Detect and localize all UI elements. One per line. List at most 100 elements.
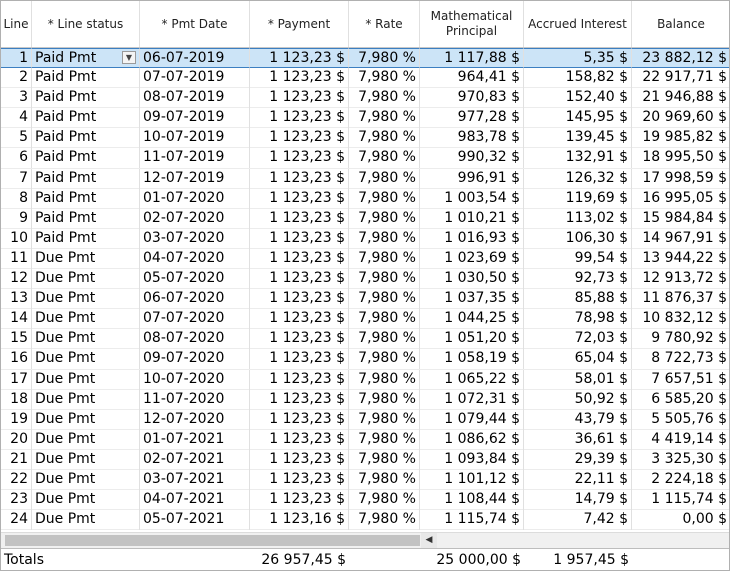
cell-payment[interactable]: 1 123,23 $ [250, 128, 349, 149]
table-row[interactable]: 8 Paid Pmt 01-07-2020 1 123,23 $7,980 % 1 00… [1, 188, 729, 209]
cell-principal[interactable]: 983,78 $ [420, 128, 524, 149]
cell-line[interactable]: 13 [1, 289, 32, 310]
header-payment[interactable]: * Payment [250, 1, 349, 47]
cell-payment[interactable]: 1 123,23 $ [250, 369, 349, 390]
horizontal-scrollbar[interactable]: ◀ [1, 532, 729, 548]
cell-balance[interactable]: 20 969,60 $ [632, 108, 729, 128]
cell-principal[interactable]: 990,32 $ [420, 148, 524, 169]
cell-line[interactable]: 15 [1, 329, 32, 350]
cell-line[interactable]: 16 [1, 349, 32, 370]
cell-payment[interactable]: 1 123,23 $ [250, 329, 349, 350]
cell-pmt-date[interactable]: 12-07-2019 [140, 168, 250, 189]
cell-balance[interactable]: 14 967,91 $ [632, 229, 729, 249]
table-row[interactable]: 6 Paid Pmt 11-07-2019 1 123,23 $7,980 % 990,… [1, 148, 729, 169]
cell-rate[interactable]: 7,980 % [349, 510, 420, 531]
cell-line-status[interactable]: Due Pmt [32, 329, 140, 350]
cell-pmt-date[interactable]: 08-07-2019 [140, 88, 250, 109]
cell-principal[interactable]: 964,41 $ [420, 68, 524, 89]
cell-pmt-date[interactable]: 11-07-2019 [140, 148, 250, 169]
cell-payment[interactable]: 1 123,23 $ [250, 228, 349, 249]
cell-payment[interactable]: 1 123,16 $ [250, 510, 349, 531]
cell-payment[interactable]: 1 123,23 $ [250, 269, 349, 290]
cell-interest[interactable]: 119,69 $ [524, 188, 632, 209]
cell-balance[interactable]: 11 876,37 $ [632, 289, 729, 309]
cell-line-status[interactable]: Due Pmt [32, 510, 140, 531]
cell-rate[interactable]: 7,980 % [349, 329, 420, 350]
cell-line[interactable]: 14 [1, 309, 32, 330]
table-row[interactable]: 2 Paid Pmt 07-07-2019 1 123,23 $7,980 % 964,… [1, 68, 729, 89]
cell-rate[interactable]: 7,980 % [349, 248, 420, 269]
cell-interest[interactable]: 145,95 $ [524, 108, 632, 129]
table-row[interactable]: 13 Due Pmt 06-07-2020 1 123,23 $7,980 % 1 03… [1, 289, 729, 310]
cell-line[interactable]: 10 [1, 228, 32, 249]
cell-interest[interactable]: 22,11 $ [524, 469, 632, 490]
cell-line-status[interactable]: Paid Pmt [32, 108, 140, 129]
cell-line-status[interactable]: Paid Pmt [32, 188, 140, 209]
cell-payment[interactable]: 1 123,23 $ [250, 108, 349, 129]
header-accrued-interest[interactable]: Accrued Interest [524, 1, 632, 47]
cell-payment[interactable]: 1 123,23 $ [250, 48, 349, 68]
table-row[interactable]: 21 Due Pmt 02-07-2021 1 123,23 $7,980 % 1 09… [1, 449, 729, 470]
cell-principal[interactable]: 1 030,50 $ [420, 269, 524, 290]
cell-interest[interactable]: 78,98 $ [524, 309, 632, 330]
cell-balance[interactable]: 19 985,82 $ [632, 128, 729, 148]
table-row[interactable]: 5 Paid Pmt 10-07-2019 1 123,23 $7,980 % 983,… [1, 128, 729, 149]
cell-rate[interactable]: 7,980 % [349, 289, 420, 310]
header-balance[interactable]: Balance [632, 1, 729, 47]
cell-rate[interactable]: 7,980 % [349, 369, 420, 390]
cell-interest[interactable]: 72,03 $ [524, 329, 632, 350]
cell-principal[interactable]: 1 079,44 $ [420, 409, 524, 430]
cell-rate[interactable]: 7,980 % [349, 409, 420, 430]
cell-line[interactable]: 21 [1, 449, 32, 470]
cell-line[interactable]: 3 [1, 88, 32, 109]
cell-pmt-date[interactable]: 02-07-2021 [140, 449, 250, 470]
cell-line[interactable]: 12 [1, 269, 32, 290]
cell-line[interactable]: 9 [1, 208, 32, 229]
cell-line[interactable]: 2 [1, 68, 32, 89]
cell-interest[interactable]: 5,35 $ [524, 48, 632, 68]
cell-principal[interactable]: 1 023,69 $ [420, 248, 524, 269]
cell-interest[interactable]: 7,42 $ [524, 510, 632, 531]
cell-interest[interactable]: 99,54 $ [524, 248, 632, 269]
header-line-status[interactable]: * Line status [32, 1, 140, 47]
cell-line[interactable]: 17 [1, 369, 32, 390]
cell-balance[interactable]: 3 325,30 $ [632, 450, 729, 470]
cell-principal[interactable]: 1 010,21 $ [420, 208, 524, 229]
cell-rate[interactable]: 7,980 % [349, 148, 420, 169]
cell-payment[interactable]: 1 123,23 $ [250, 188, 349, 209]
cell-pmt-date[interactable]: 09-07-2019 [140, 108, 250, 129]
cell-principal[interactable]: 1 115,74 $ [420, 510, 524, 531]
cell-pmt-date[interactable]: 02-07-2020 [140, 208, 250, 229]
scrollbar-thumb[interactable] [5, 535, 420, 546]
table-row[interactable]: 18 Due Pmt 11-07-2020 1 123,23 $7,980 % 1 07… [1, 389, 729, 410]
cell-interest[interactable]: 158,82 $ [524, 68, 632, 89]
cell-principal[interactable]: 1 093,84 $ [420, 449, 524, 470]
cell-payment[interactable]: 1 123,23 $ [250, 449, 349, 470]
cell-pmt-date[interactable]: 11-07-2020 [140, 389, 250, 410]
cell-pmt-date[interactable]: 12-07-2020 [140, 409, 250, 430]
cell-balance[interactable]: 10 832,12 $ [632, 309, 729, 329]
cell-balance[interactable]: 12 913,72 $ [632, 269, 729, 289]
table-row[interactable]: 17 Due Pmt 10-07-2020 1 123,23 $7,980 % 1 06… [1, 369, 729, 390]
cell-payment[interactable]: 1 123,23 $ [250, 148, 349, 169]
cell-interest[interactable]: 113,02 $ [524, 208, 632, 229]
cell-line[interactable]: 8 [1, 188, 32, 209]
cell-pmt-date[interactable]: 06-07-2019 [140, 48, 250, 68]
cell-pmt-date[interactable]: 07-07-2020 [140, 309, 250, 330]
cell-line[interactable]: 20 [1, 429, 32, 450]
cell-pmt-date[interactable]: 07-07-2019 [140, 68, 250, 89]
cell-line-status[interactable]: Due Pmt [32, 389, 140, 410]
cell-line-status[interactable]: Paid Pmt [32, 68, 140, 89]
cell-principal[interactable]: 1 016,93 $ [420, 228, 524, 249]
cell-rate[interactable]: 7,980 % [349, 269, 420, 290]
cell-principal[interactable]: 1 072,31 $ [420, 389, 524, 410]
cell-line[interactable]: 6 [1, 148, 32, 169]
table-row[interactable]: 7 Paid Pmt 12-07-2019 1 123,23 $7,980 % 996,… [1, 168, 729, 189]
table-row[interactable]: 11 Due Pmt 04-07-2020 1 123,23 $7,980 % 1 02… [1, 248, 729, 270]
table-row[interactable]: 15 Due Pmt 08-07-2020 1 123,23 $7,980 % 1 05… [1, 329, 729, 350]
cell-principal[interactable]: 1 058,19 $ [420, 349, 524, 370]
cell-pmt-date[interactable]: 09-07-2020 [140, 349, 250, 370]
cell-principal[interactable]: 1 086,62 $ [420, 429, 524, 450]
cell-interest[interactable]: 58,01 $ [524, 369, 632, 390]
cell-interest[interactable]: 36,61 $ [524, 429, 632, 450]
